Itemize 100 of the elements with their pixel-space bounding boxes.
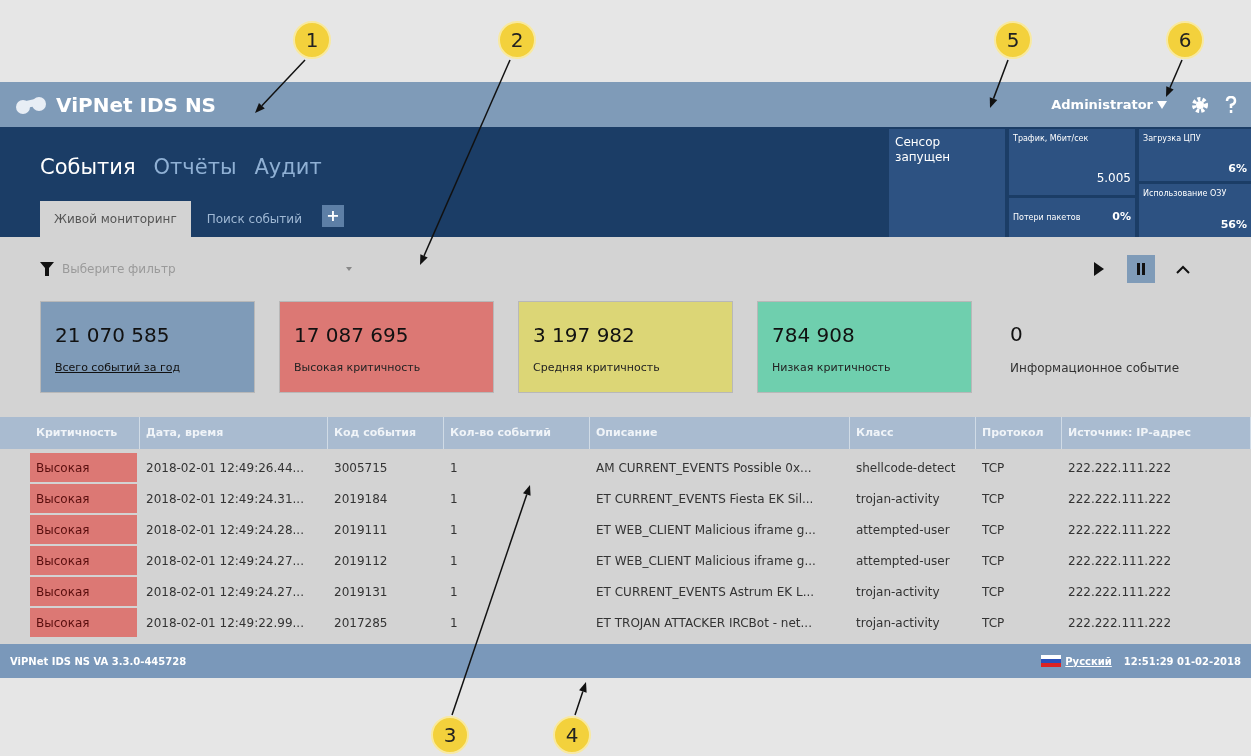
callout-number: 3 xyxy=(431,716,469,754)
table-cell-text: 2018-02-01 12:49:22.99... xyxy=(145,614,305,632)
table-cell-text: ET WEB_CLIENT Malicious iframe g... xyxy=(595,521,817,539)
severity-badge: Высокая xyxy=(30,546,137,575)
flag-icon xyxy=(1041,655,1062,667)
callout-number: 2 xyxy=(498,21,536,59)
column-header[interactable]: Критичность xyxy=(30,417,140,449)
stat-value: 21 070 585 xyxy=(55,322,171,349)
sub-tab[interactable]: Живой мониторинг xyxy=(40,201,191,237)
callout-number: 6 xyxy=(1166,21,1204,59)
table-cell-text: 2018-02-01 12:49:24.28... xyxy=(145,521,305,539)
ram-label: Использование ОЗУ xyxy=(1143,188,1228,200)
table-cell-text: 2018-02-01 12:49:26.44... xyxy=(145,459,305,477)
chevron-up-icon xyxy=(1176,264,1190,274)
stat-value: 0 xyxy=(1010,321,1024,348)
table-cell-text: trojan-activity xyxy=(855,490,941,508)
main-tab[interactable]: Аудит xyxy=(254,152,322,184)
ram-value: 56% xyxy=(1220,216,1247,233)
packet-loss-value: 0% xyxy=(1112,209,1131,226)
column-header[interactable]: Источник: IP-адрес xyxy=(1062,417,1251,449)
caret-icon xyxy=(346,267,352,271)
stat-value: 3 197 982 xyxy=(533,322,636,349)
packet-loss-label: Потери пакетов xyxy=(1013,211,1081,224)
table-cell-text: 3005715 xyxy=(333,459,389,477)
play-icon xyxy=(1093,262,1105,276)
table-cell-text: 222.222.111.222 xyxy=(1067,583,1173,601)
severity-badge: Высокая xyxy=(30,577,137,606)
table-cell-text: 1 xyxy=(449,459,459,477)
table-cell-text: 2019112 xyxy=(333,552,389,570)
stat-label: Информационное событие xyxy=(1010,360,1181,377)
table-cell-text: 222.222.111.222 xyxy=(1067,614,1173,632)
column-header[interactable]: Протокол xyxy=(976,417,1062,449)
stat-value: 17 087 695 xyxy=(294,322,410,349)
table-cell-text: 222.222.111.222 xyxy=(1067,490,1173,508)
table-cell-text: 2019184 xyxy=(333,490,389,508)
table-cell-text: 1 xyxy=(449,583,459,601)
severity-badge: Высокая xyxy=(30,608,137,637)
table-cell-text: 1 xyxy=(449,490,459,508)
app-title: ViPNet IDS NS xyxy=(56,91,217,119)
cpu-value: 6% xyxy=(1228,160,1247,177)
clock-text: 12:51:29 01-02-2018 xyxy=(1123,654,1241,669)
caret-icon xyxy=(1157,100,1167,109)
callout-arrow xyxy=(1166,59,1183,97)
stat-label: Низкая критичность xyxy=(772,360,892,376)
filter-dropdown[interactable]: Выберите фильтр xyxy=(62,260,352,278)
table-cell-text: ET TROJAN ATTACKER IRCBot - net... xyxy=(595,614,813,632)
stat-link[interactable]: Всего событий за год xyxy=(55,360,240,377)
table-cell-text: 2018-02-01 12:49:24.27... xyxy=(145,552,305,570)
stat-value: 784 908 xyxy=(772,322,856,349)
column-header[interactable]: Код события xyxy=(328,417,444,449)
settings-icon[interactable] xyxy=(1191,95,1209,114)
user-menu[interactable]: Administrator xyxy=(1051,94,1167,115)
column-header[interactable]: Кол-во событий xyxy=(444,417,590,449)
table-cell-text: TCP xyxy=(981,459,1006,477)
callout-number: 4 xyxy=(553,716,591,754)
main-tab[interactable]: События xyxy=(40,152,136,184)
language-link[interactable]: Русский xyxy=(1065,653,1112,669)
sensor-status: Сенсор запущен xyxy=(895,135,952,165)
table-cell-text: attempted-user xyxy=(855,552,951,570)
filter-icon xyxy=(40,262,54,276)
table-cell-text: attempted-user xyxy=(855,521,951,539)
table-cell-text: trojan-activity xyxy=(855,583,941,601)
table-cell-text: trojan-activity xyxy=(855,614,941,632)
traffic-value: 5.005 xyxy=(1096,170,1131,187)
column-header[interactable]: Описание xyxy=(590,417,850,449)
severity-badge: Высокая xyxy=(30,515,137,544)
table-cell-text: 222.222.111.222 xyxy=(1067,552,1173,570)
table-cell-text: TCP xyxy=(981,490,1006,508)
table-cell-text: ET CURRENT_EVENTS Fiesta EK Sil... xyxy=(595,490,815,508)
pause-icon xyxy=(1136,263,1146,275)
callout-number: 5 xyxy=(994,21,1032,59)
table-cell-text: 222.222.111.222 xyxy=(1067,459,1173,477)
column-header[interactable]: Класс xyxy=(850,417,976,449)
help-icon[interactable] xyxy=(1225,95,1237,114)
add-tab-button[interactable]: + xyxy=(321,205,344,227)
table-cell-text: 2019111 xyxy=(333,521,389,539)
traffic-label: Трафик, Мбит/сек xyxy=(1013,133,1090,145)
sub-tab[interactable]: Поиск событий xyxy=(192,201,316,237)
table-cell-text: ET CURRENT_EVENTS Astrum EK L... xyxy=(595,583,816,601)
stat-label: Высокая критичность xyxy=(294,360,422,376)
table-cell-text: AM CURRENT_EVENTS Possible 0x... xyxy=(595,459,813,477)
table-cell-text: 2018-02-01 12:49:24.31... xyxy=(145,490,305,508)
table-cell-text: 222.222.111.222 xyxy=(1067,521,1173,539)
column-header[interactable]: Дата, время xyxy=(140,417,328,449)
table-cell-text: shellcode-detect xyxy=(855,459,957,477)
stat-label: Средняя критичность xyxy=(533,360,661,376)
severity-badge: Высокая xyxy=(30,484,137,513)
severity-badge: Высокая xyxy=(30,453,137,482)
pause-button[interactable] xyxy=(1127,255,1155,283)
table-cell-text: 2017285 xyxy=(333,614,389,632)
callout-number: 1 xyxy=(293,21,331,59)
table-cell-text: TCP xyxy=(981,521,1006,539)
table-cell-text: ET WEB_CLIENT Malicious iframe g... xyxy=(595,552,817,570)
table-cell-text: 2018-02-01 12:49:24.27... xyxy=(145,583,305,601)
filter-field[interactable]: Выберите фильтр xyxy=(62,260,282,278)
table-cell-text: TCP xyxy=(981,552,1006,570)
version-text: ViPNet IDS NS VA 3.3.0-445728 xyxy=(10,654,187,669)
cpu-label: Загрузка ЦПУ xyxy=(1143,133,1202,145)
callout-arrow xyxy=(989,59,1009,108)
main-tab[interactable]: Отчёты xyxy=(153,152,237,184)
